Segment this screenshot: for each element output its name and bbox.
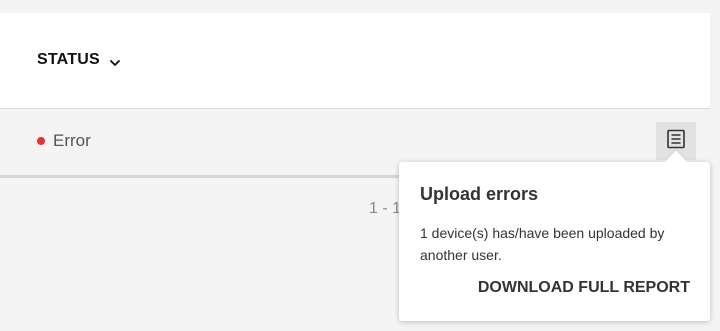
- pagination-range: 1 - 1: [369, 200, 402, 217]
- popover-title: Upload errors: [420, 184, 539, 204]
- chevron-down-icon: [109, 55, 120, 66]
- error-status-dot: [37, 137, 45, 145]
- status-text: Error: [53, 131, 91, 150]
- table-header: STATUS: [0, 13, 710, 109]
- status-column-label: STATUS: [37, 51, 100, 68]
- download-full-report-button[interactable]: DOWNLOAD FULL REPORT: [478, 279, 690, 297]
- popover-message: 1 device(s) has/have been uploaded by an…: [420, 225, 665, 263]
- device-list-page: STATUS Error 1 - 1 Upload errors 1 devic…: [0, 0, 720, 331]
- status-cell: Error: [37, 131, 91, 151]
- top-band: [0, 0, 720, 13]
- upload-errors-popover: Upload errors 1 device(s) has/have been …: [399, 150, 710, 321]
- status-column-header[interactable]: STATUS: [37, 51, 120, 69]
